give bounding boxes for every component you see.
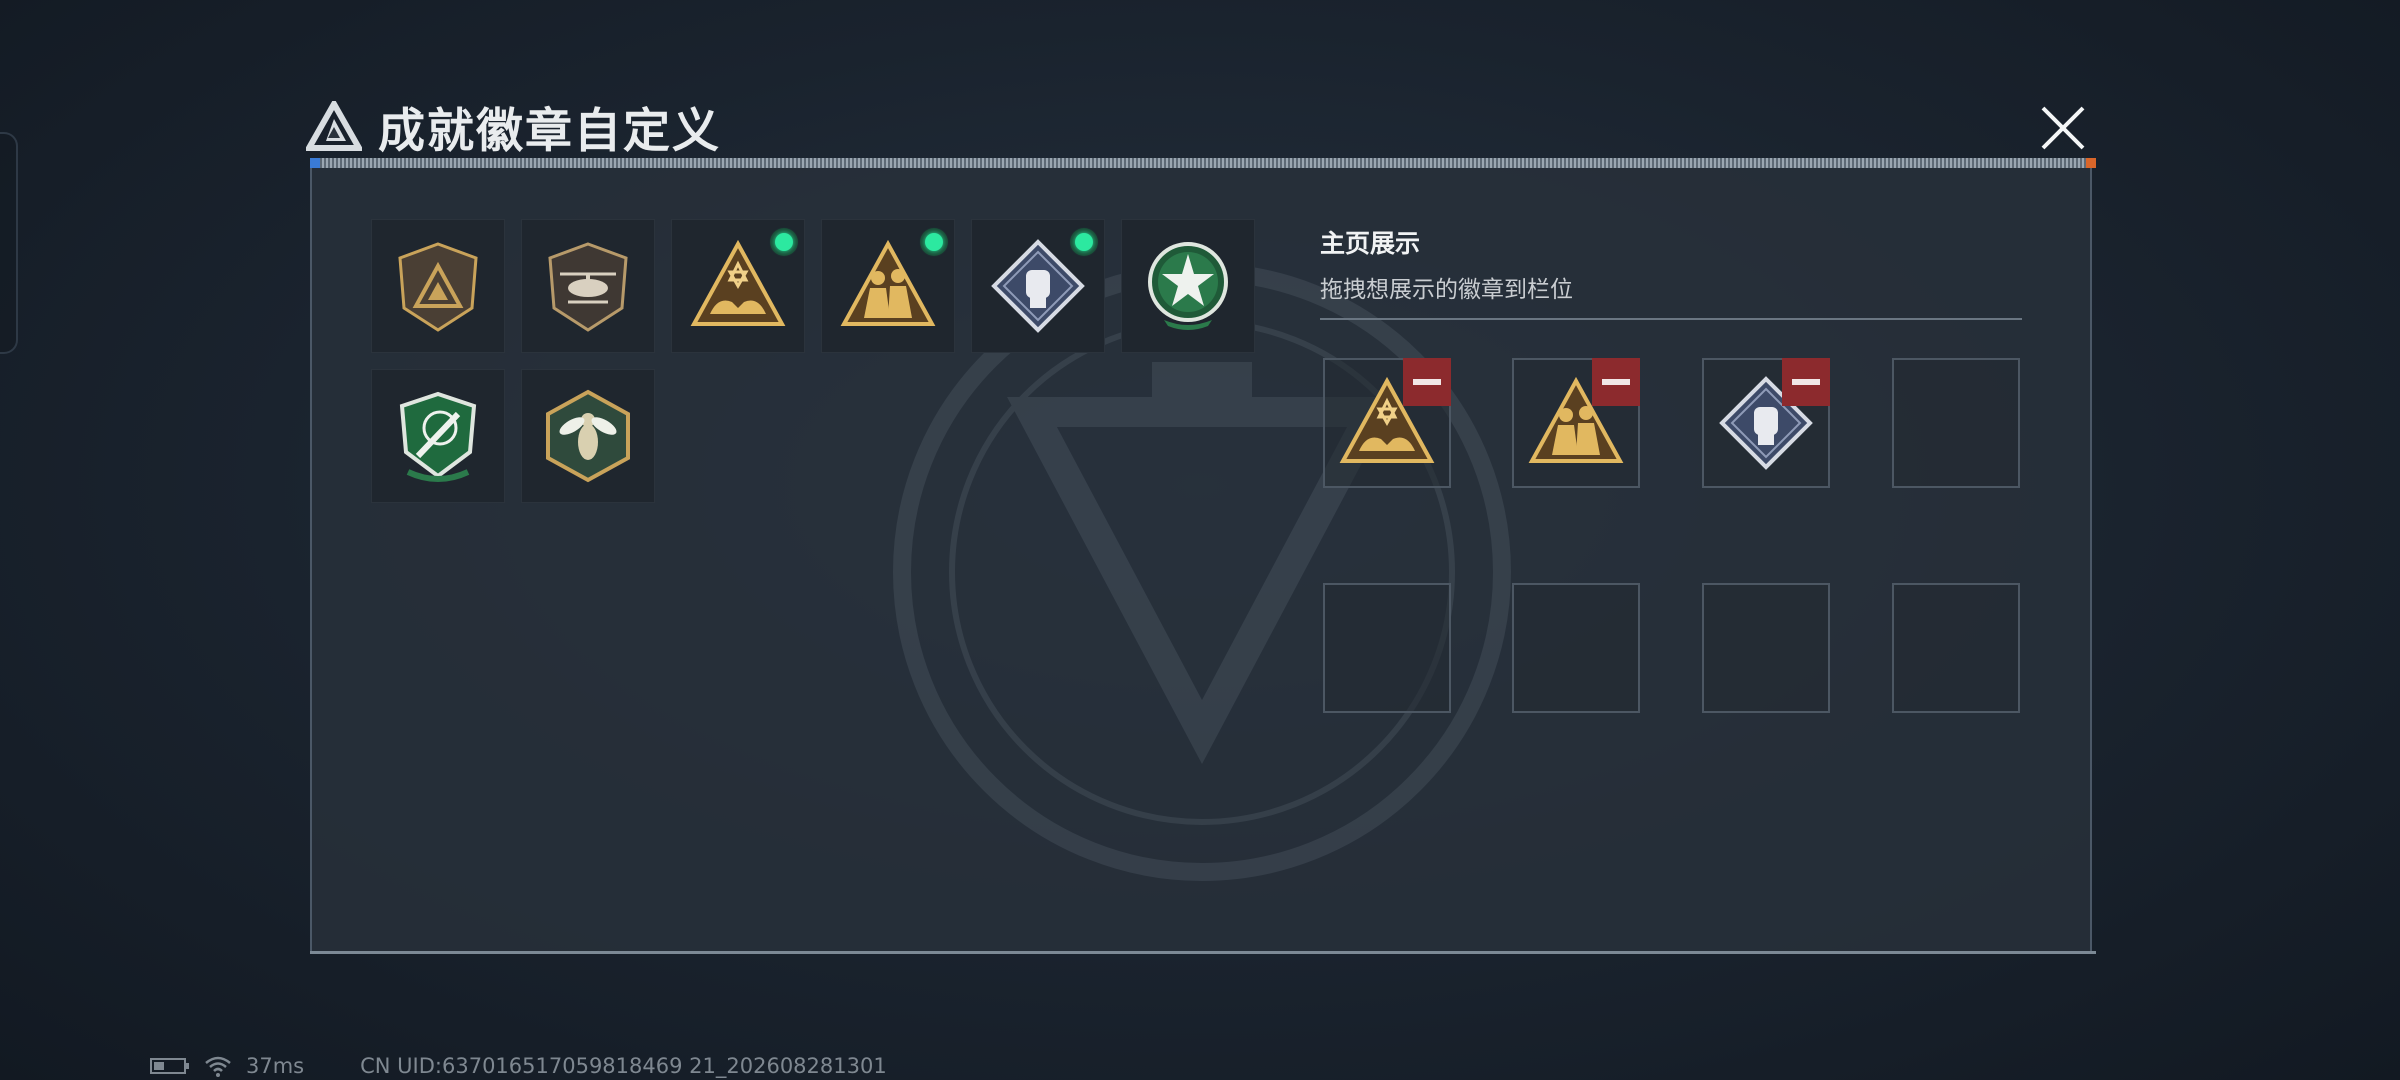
display-slot-empty[interactable]	[1512, 583, 1640, 713]
hexagon-wasp-badge-icon	[546, 389, 630, 483]
badge-item[interactable]	[371, 219, 505, 353]
badge-item[interactable]	[671, 219, 805, 353]
panel-bottom-border	[310, 951, 2096, 954]
display-slot-empty[interactable]	[1702, 583, 1830, 713]
uid-text: CN UID:637016517059818469 21_20260828130…	[360, 1054, 887, 1078]
divider	[1320, 318, 2022, 320]
ping-text: 37ms	[246, 1054, 305, 1078]
equipped-indicator	[920, 228, 948, 256]
status-bar: 37ms CN UID:637016517059818469 21_202608…	[150, 1054, 887, 1078]
panel-top-border	[310, 158, 2096, 168]
triangle-logo-icon	[306, 101, 362, 151]
badge-item[interactable]	[521, 219, 655, 353]
badge-item[interactable]	[371, 369, 505, 503]
remove-badge-button[interactable]	[1782, 358, 1830, 406]
display-slot-empty[interactable]	[1892, 358, 2020, 488]
dialog-header: 成就徽章自定义	[306, 96, 721, 159]
badge-item[interactable]	[821, 219, 955, 353]
wifi-icon	[205, 1056, 231, 1077]
triangle-shield-badge-icon	[398, 242, 478, 332]
side-pull-tab[interactable]	[0, 132, 18, 354]
battery-icon	[150, 1058, 189, 1074]
display-slot-empty[interactable]	[1892, 583, 2020, 713]
close-icon	[2041, 106, 2085, 150]
badge-item[interactable]	[521, 369, 655, 503]
display-slot-empty[interactable]	[1323, 583, 1451, 713]
remove-badge-button[interactable]	[1592, 358, 1640, 406]
display-slot[interactable]	[1702, 358, 1830, 488]
display-slot[interactable]	[1512, 358, 1640, 488]
badge-item[interactable]	[971, 219, 1105, 353]
display-title: 主页展示	[1320, 229, 1421, 258]
remove-badge-button[interactable]	[1403, 358, 1451, 406]
helicopter-shield-badge-icon	[548, 242, 628, 332]
display-slot[interactable]	[1323, 358, 1451, 488]
badge-item[interactable]	[1121, 219, 1255, 353]
dialog-title: 成就徽章自定义	[378, 103, 721, 159]
display-subtitle: 拖拽想展示的徽章到栏位	[1320, 277, 1573, 303]
close-button[interactable]	[2030, 97, 2096, 159]
equipped-indicator	[770, 228, 798, 256]
green-shield-knife-badge-icon	[399, 391, 477, 482]
badge-customization-panel: 主页展示 拖拽想展示的徽章到栏位	[310, 158, 2096, 954]
equipped-indicator	[1070, 228, 1098, 256]
green-star-wreath-badge-icon	[1148, 242, 1228, 330]
homepage-display-section: 主页展示 拖拽想展示的徽章到栏位	[1320, 224, 2022, 320]
